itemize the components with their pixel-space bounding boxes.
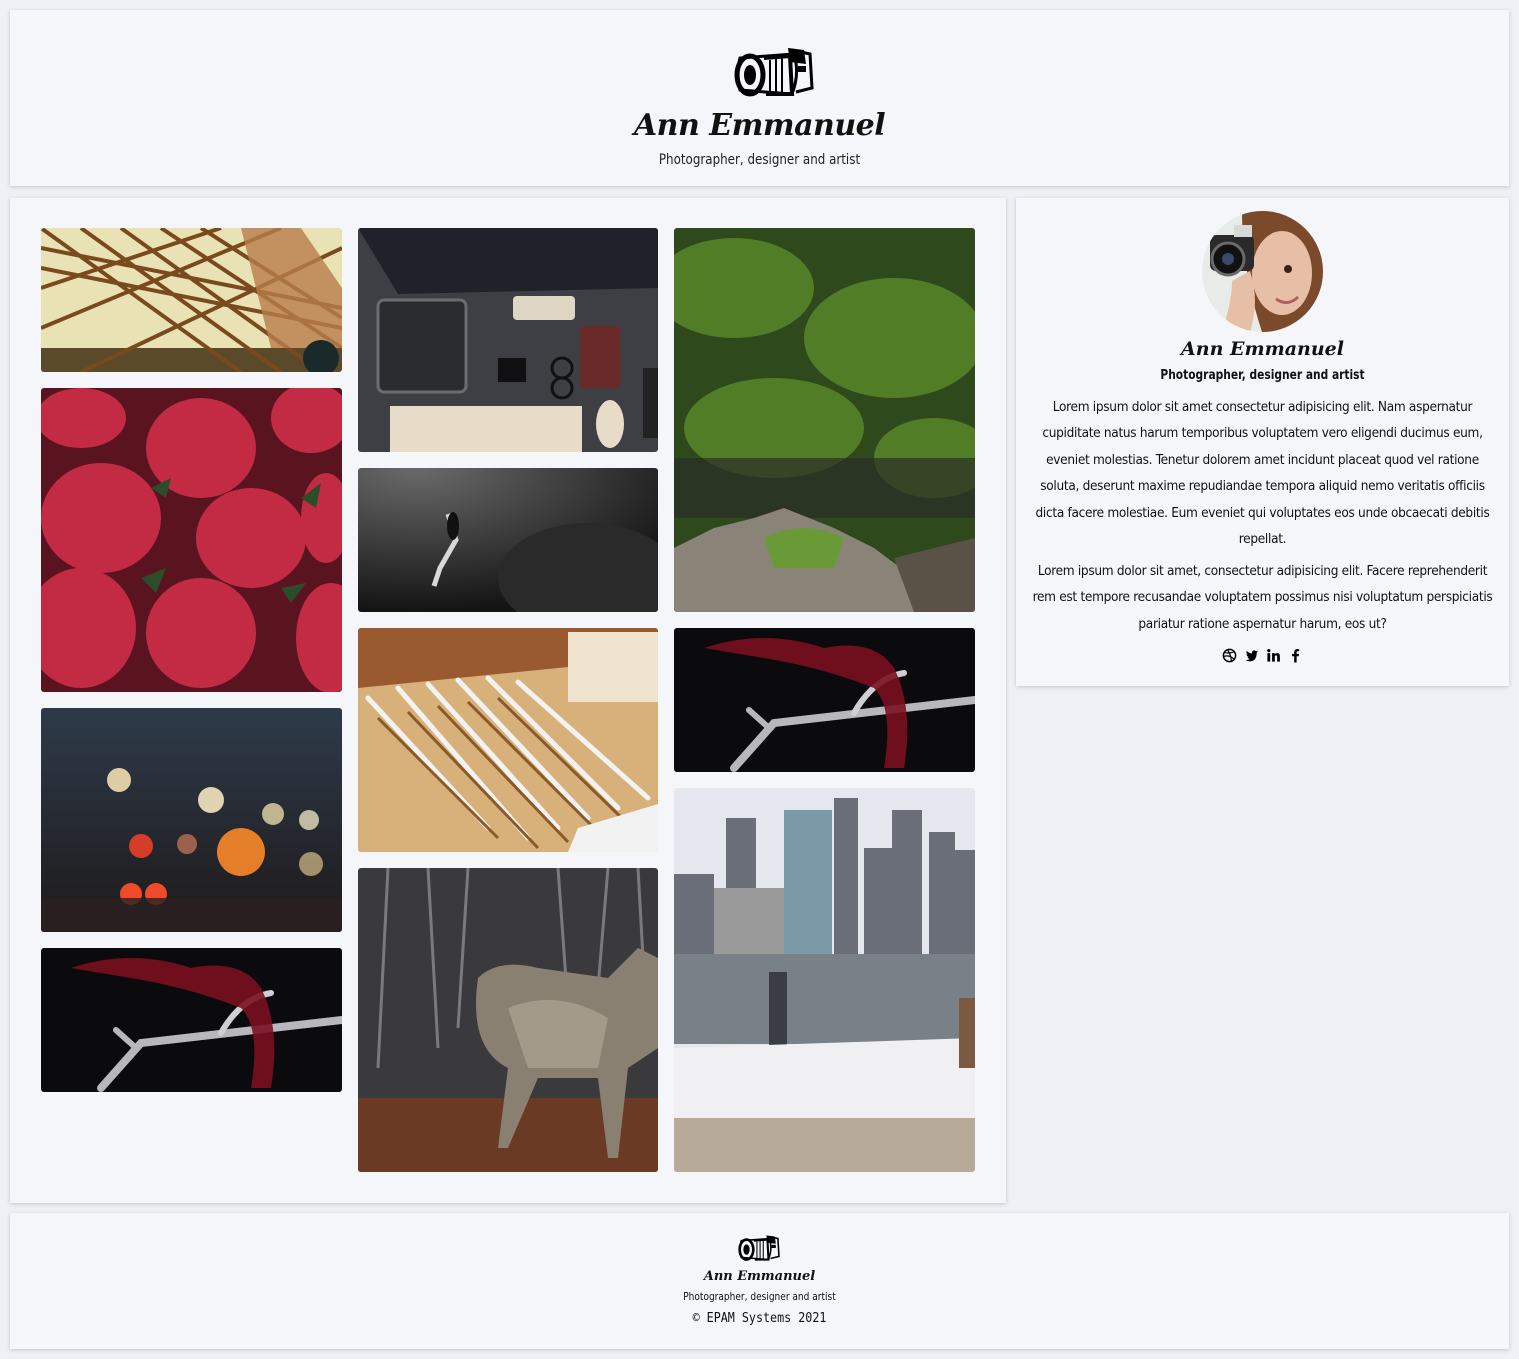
social-links xyxy=(1016,647,1509,663)
profile-bio-paragraph: Lorem ipsum dolor sit amet, consectetur … xyxy=(1032,563,1493,632)
strawberries-photo[interactable] xyxy=(41,388,342,692)
camera-icon xyxy=(736,1233,780,1263)
twitter-icon[interactable] xyxy=(1244,647,1260,663)
wolf-photo[interactable] xyxy=(358,868,658,1172)
diver-photo[interactable] xyxy=(358,468,658,612)
desk-workspace-photo[interactable] xyxy=(358,228,658,452)
linkedin-icon[interactable] xyxy=(1266,647,1282,663)
antler-photo-2[interactable] xyxy=(674,628,975,772)
pencils-photo[interactable] xyxy=(358,628,658,852)
footer-name: Ann Emmanuel xyxy=(703,1269,816,1284)
photo-gallery xyxy=(10,198,1006,1203)
antler-photo[interactable] xyxy=(41,948,342,1092)
avatar xyxy=(1202,211,1323,332)
profile-bio-paragraph: Lorem ipsum dolor sit amet consectetur a… xyxy=(1035,399,1490,548)
site-header: Ann Emmanuel Photographer, designer and … xyxy=(10,10,1509,186)
city-skyline-photo[interactable] xyxy=(674,788,975,1172)
mossy-rocks-photo[interactable] xyxy=(674,228,975,612)
site-title: Ann Emmanuel xyxy=(633,108,886,143)
site-tagline: Photographer, designer and artist xyxy=(658,152,861,168)
footer-tagline: Photographer, designer and artist xyxy=(683,1290,836,1303)
bokeh-lights-photo[interactable] xyxy=(41,708,342,932)
camera-icon xyxy=(730,44,814,100)
profile-tagline: Photographer, designer and artist xyxy=(1160,368,1365,383)
profile-card: Ann Emmanuel Photographer, designer and … xyxy=(1016,198,1509,686)
profile-name: Ann Emmanuel xyxy=(1181,338,1344,360)
bridge-photo[interactable] xyxy=(41,228,342,372)
facebook-icon[interactable] xyxy=(1288,647,1304,663)
copyright: © EPAM Systems 2021 xyxy=(692,1311,827,1326)
site-footer: Ann Emmanuel Photographer, designer and … xyxy=(10,1213,1509,1349)
dribbble-icon[interactable] xyxy=(1222,647,1238,663)
